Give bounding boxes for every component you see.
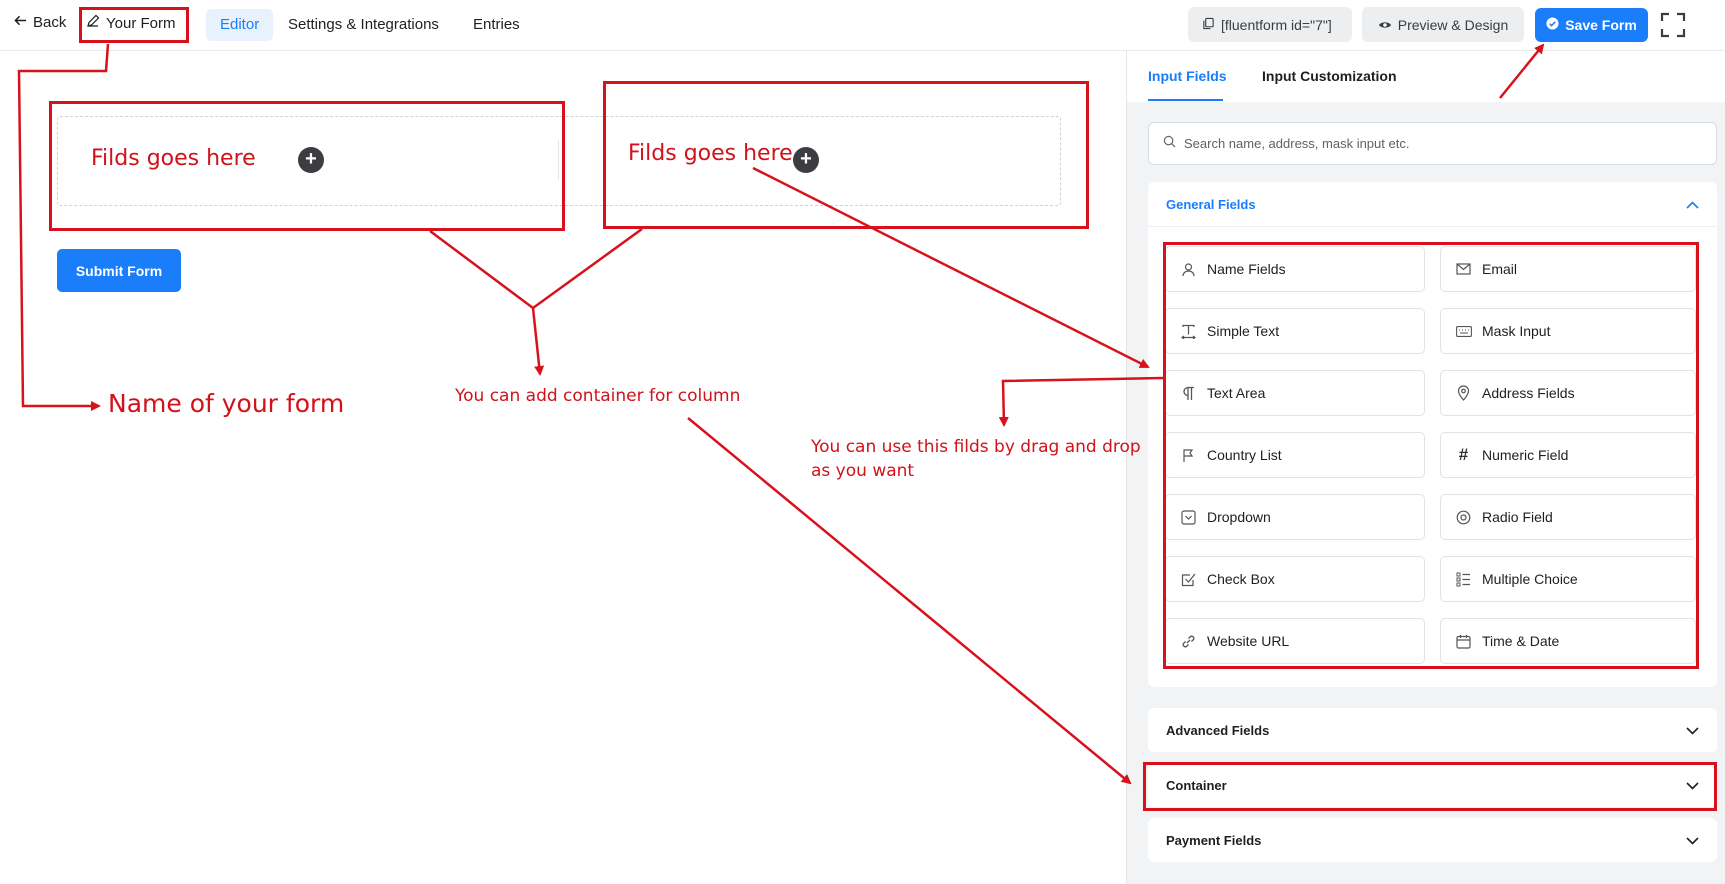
preview-label: Preview & Design xyxy=(1397,16,1509,33)
tab-input-fields[interactable]: Input Fields xyxy=(1148,68,1227,84)
annotation-box-form-name xyxy=(79,7,189,43)
preview-design-button[interactable]: Preview & Design xyxy=(1362,7,1524,42)
panel-tabs: Input Fields Input Customization xyxy=(1127,51,1725,102)
tab-settings-integrations[interactable]: Settings & Integrations xyxy=(274,9,453,41)
annotation-box-general-fields xyxy=(1163,242,1699,669)
annotation-fields-goes-here-2: Filds goes here xyxy=(628,141,793,166)
payment-fields-title: Payment Fields xyxy=(1166,832,1262,848)
save-label: Save Form xyxy=(1565,17,1637,33)
chevron-down-icon xyxy=(1686,723,1699,738)
annotation-box-container xyxy=(1143,762,1717,811)
shortcode-text: [fluentform id="7"] xyxy=(1221,16,1332,33)
copy-icon xyxy=(1202,17,1215,33)
annotation-name-of-form: Name of your form xyxy=(108,389,345,418)
arrow-left-icon xyxy=(14,14,27,31)
search-icon xyxy=(1163,135,1176,153)
back-button[interactable]: Back xyxy=(14,14,66,31)
eye-icon xyxy=(1378,17,1392,33)
annotation-drag-drop-line-1: You can use this filds by drag and drop xyxy=(811,437,1141,457)
save-form-button[interactable]: Save Form xyxy=(1535,8,1648,42)
search-input[interactable] xyxy=(1184,136,1684,151)
chevron-up-icon xyxy=(1686,197,1699,212)
active-tab-underline xyxy=(1148,99,1223,101)
chevron-down-icon xyxy=(1686,833,1699,848)
tab-entries[interactable]: Entries xyxy=(459,9,534,41)
annotation-drag-drop-line-2: as you want xyxy=(811,461,915,481)
fullscreen-icon[interactable] xyxy=(1660,12,1686,38)
shortcode-copy-button[interactable]: [fluentform id="7"] xyxy=(1188,7,1352,42)
submit-form-button[interactable]: Submit Form xyxy=(57,249,181,292)
advanced-fields-section[interactable]: Advanced Fields xyxy=(1148,708,1717,752)
general-fields-title: General Fields xyxy=(1166,196,1256,212)
payment-fields-section[interactable]: Payment Fields xyxy=(1148,818,1717,862)
tab-input-customization[interactable]: Input Customization xyxy=(1262,68,1397,84)
annotation-drag-drop-note: You can use this filds by drag and drop … xyxy=(811,435,1141,483)
advanced-fields-title: Advanced Fields xyxy=(1166,722,1270,738)
tab-editor[interactable]: Editor xyxy=(206,9,274,41)
general-fields-header[interactable]: General Fields xyxy=(1148,182,1717,227)
back-label: Back xyxy=(33,14,67,31)
field-search[interactable] xyxy=(1148,122,1717,165)
top-bar: Back Your Form Editor Settings & Integra… xyxy=(0,0,1725,51)
annotation-fields-goes-here-1: Filds goes here xyxy=(91,146,256,171)
annotation-container-note: You can add container for column xyxy=(455,386,741,406)
check-circle-icon xyxy=(1546,17,1559,33)
